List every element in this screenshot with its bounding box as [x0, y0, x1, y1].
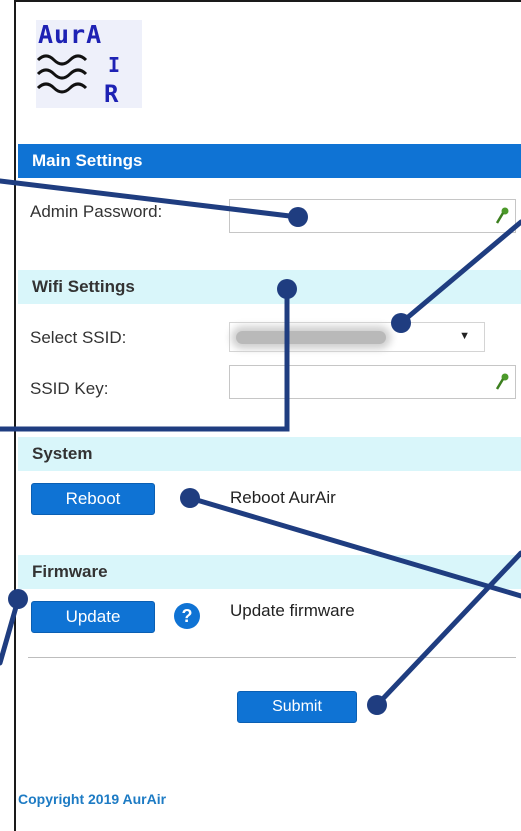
chevron-down-icon: ▼	[459, 330, 470, 342]
wifi-settings-header: Wifi Settings	[18, 270, 521, 304]
reboot-button[interactable]: Reboot	[31, 483, 155, 515]
reboot-description: Reboot AurAir	[230, 488, 336, 507]
firmware-header: Firmware	[18, 555, 521, 589]
key-icon	[495, 207, 509, 224]
logo-letter-r: R	[104, 80, 119, 108]
update-button[interactable]: Update	[31, 601, 155, 633]
key-icon	[495, 373, 509, 390]
select-ssid-label: Select SSID:	[30, 328, 127, 347]
ssid-value-blurred	[236, 331, 386, 344]
update-description: Update firmware	[230, 601, 355, 620]
logo-waves-icon: I R	[36, 53, 120, 108]
copyright-text: Copyright 2019 AurAir	[18, 791, 167, 807]
ssid-key-field[interactable]	[229, 365, 516, 399]
question-icon[interactable]: ?	[174, 603, 200, 629]
main-settings-header: Main Settings	[18, 144, 521, 178]
admin-password-field[interactable]	[229, 199, 516, 233]
system-header: System	[18, 437, 521, 471]
ssid-key-label: SSID Key:	[30, 379, 109, 398]
ssid-select[interactable]: ▼	[229, 322, 485, 352]
admin-password-label: Admin Password:	[30, 202, 163, 221]
submit-button[interactable]: Submit	[237, 691, 357, 723]
divider	[28, 657, 516, 658]
logo-letter-i: I	[108, 53, 120, 77]
logo-text: AurA	[38, 20, 103, 49]
